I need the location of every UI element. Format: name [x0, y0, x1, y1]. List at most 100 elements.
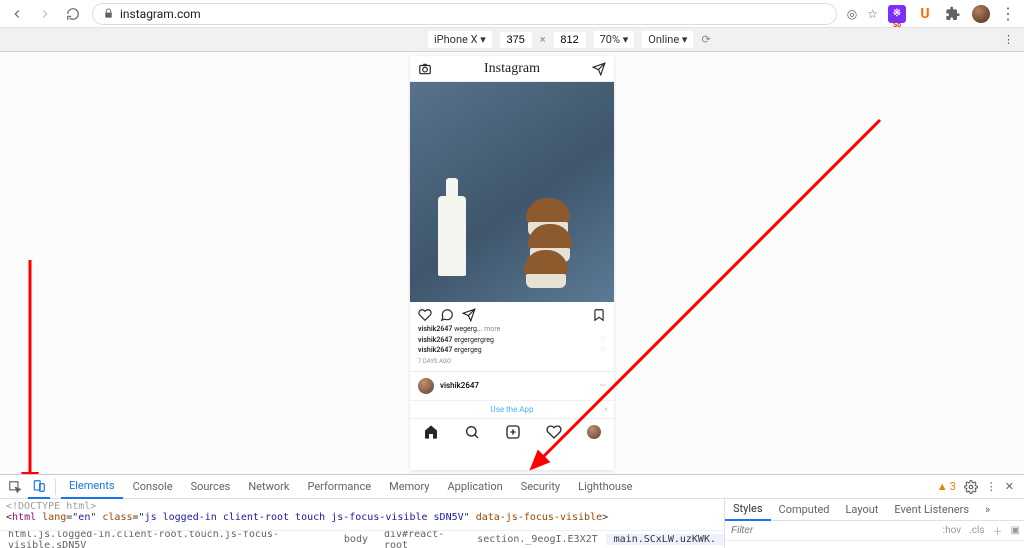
warning-badge[interactable]: ▲3 [937, 480, 956, 493]
muffins-graphic [514, 200, 584, 280]
rotate-icon[interactable]: ⟳ [701, 33, 710, 46]
doctype-line: <!DOCTYPE html> [6, 501, 718, 512]
tab-application[interactable]: Application [439, 475, 510, 499]
styles-tabs-more-icon[interactable]: » [977, 499, 998, 521]
styles-tab-layout[interactable]: Layout [838, 499, 887, 521]
like-comment-icon[interactable]: ♡ [600, 345, 606, 356]
reload-button[interactable] [64, 5, 82, 23]
network-select[interactable]: Online ▾ [642, 31, 693, 48]
cls-toggle[interactable]: .cls [965, 525, 988, 536]
instagram-nav [410, 418, 614, 446]
forward-button[interactable] [36, 5, 54, 23]
use-app-text: Use the App [491, 405, 534, 414]
post-author-row: vishik2647 ··· [410, 371, 614, 400]
home-icon[interactable] [423, 424, 439, 440]
tab-sources[interactable]: Sources [183, 475, 239, 499]
profile-avatar[interactable] [972, 5, 990, 23]
tab-network[interactable]: Network [240, 475, 297, 499]
extension-purple[interactable]: ※ [888, 5, 906, 23]
extensions-row: ◎ ☆ ※ U ⋮ [847, 4, 1016, 23]
dimension-x: × [540, 33, 546, 46]
comment-user[interactable]: vishik2647 [418, 325, 452, 333]
comment-user[interactable]: vishik2647 [418, 336, 452, 344]
create-post-icon[interactable] [505, 424, 521, 440]
comment-text: wegerg... [454, 325, 482, 333]
comment-text: ergergeg [454, 346, 482, 354]
messages-icon[interactable] [592, 62, 606, 76]
extension-u[interactable]: U [916, 5, 934, 23]
device-select[interactable]: iPhone X ▾ [428, 31, 492, 48]
feature-icon[interactable]: ◎ [847, 7, 857, 21]
styles-pane-menu-icon[interactable]: ▣ [1007, 525, 1024, 536]
comment-user[interactable]: vishik2647 [418, 346, 452, 354]
tab-security[interactable]: Security [513, 475, 568, 499]
tab-performance[interactable]: Performance [299, 475, 379, 499]
author-name[interactable]: vishik2647 [440, 381, 479, 390]
device-toolbar: iPhone X ▾ × 70% ▾ Online ▾ ⟳ ⋮ [0, 28, 1024, 52]
close-icon[interactable]: × [604, 405, 608, 414]
elements-tree[interactable]: <!DOCTYPE html> <html lang="en" class="j… [0, 499, 724, 530]
comments-block: vishik2647 wegerg... more vishik2647 erg… [410, 324, 614, 356]
browser-toolbar: instagram.com ◎ ☆ ※ U ⋮ [0, 0, 1024, 28]
instagram-logo: Instagram [484, 61, 540, 77]
instagram-header: Instagram [410, 56, 614, 82]
devtools-tabs: Elements Console Sources Network Perform… [0, 475, 1024, 499]
styles-filter-input[interactable] [725, 525, 939, 536]
bottle-graphic [438, 196, 466, 276]
devtools-panel: Elements Console Sources Network Perform… [0, 474, 1024, 548]
device-width-input[interactable] [500, 32, 532, 48]
toggle-device-icon[interactable] [28, 475, 50, 499]
hov-toggle[interactable]: :hov [939, 525, 965, 536]
lock-icon [103, 8, 114, 19]
back-button[interactable] [8, 5, 26, 23]
comment-icon[interactable] [440, 308, 454, 322]
zoom-select[interactable]: 70% ▾ [594, 31, 635, 48]
save-icon[interactable] [592, 308, 606, 322]
device-height-input[interactable] [554, 32, 586, 48]
post-actions [410, 302, 614, 324]
use-app-banner[interactable]: Use the App × [410, 400, 614, 418]
styles-tab-styles[interactable]: Styles [725, 499, 771, 521]
crumb[interactable]: body [336, 534, 376, 545]
extensions-icon[interactable] [944, 5, 962, 23]
tab-elements[interactable]: Elements [61, 475, 123, 499]
styles-tab-event-listeners[interactable]: Event Listeners [886, 499, 977, 521]
address-bar[interactable]: instagram.com [92, 3, 837, 25]
post-age: 7 DAYS AGO [410, 356, 614, 371]
activity-icon[interactable] [546, 424, 562, 440]
new-style-rule-icon[interactable]: ＋ [989, 523, 1007, 538]
comment-text: ergergergreg [454, 336, 494, 344]
styles-tab-computed[interactable]: Computed [771, 499, 838, 521]
nav-avatar[interactable] [587, 425, 601, 439]
post-options-icon[interactable]: ··· [600, 381, 606, 390]
warning-count: 3 [950, 480, 956, 493]
tab-console[interactable]: Console [125, 475, 181, 499]
inspect-element-icon[interactable] [4, 480, 26, 494]
like-comment-icon[interactable]: ♡ [600, 335, 606, 346]
crumb[interactable]: div#react-root [376, 530, 469, 548]
emulated-viewport: Instagram vishik2647 wegerg... more vish… [0, 52, 1024, 474]
crumb[interactable]: section._9eogI.E3X2T [469, 534, 605, 545]
tab-lighthouse[interactable]: Lighthouse [570, 475, 640, 499]
html-tag-line: <html lang="en" class="js logged-in clie… [6, 512, 718, 523]
crumb-selected[interactable]: main.SCxLW.uzKWK. [606, 534, 724, 545]
share-icon[interactable] [462, 308, 476, 322]
device-frame: Instagram vishik2647 wegerg... more vish… [410, 56, 614, 470]
search-icon[interactable] [464, 424, 480, 440]
post-image[interactable] [410, 82, 614, 302]
devtools-menu-icon[interactable]: ⋮ [986, 480, 997, 493]
camera-icon[interactable] [418, 62, 432, 76]
bookmark-star-icon[interactable]: ☆ [867, 7, 878, 21]
devtools-close-icon[interactable]: ✕ [1005, 480, 1014, 493]
author-avatar[interactable] [418, 378, 434, 394]
chrome-menu-icon[interactable]: ⋮ [1000, 4, 1016, 23]
crumb[interactable]: html.js.logged-in.client-root.touch.js-f… [0, 530, 336, 548]
styles-pane: Styles Computed Layout Event Listeners »… [724, 499, 1024, 548]
like-icon[interactable] [418, 308, 432, 322]
url-text: instagram.com [120, 7, 201, 21]
tab-memory[interactable]: Memory [381, 475, 437, 499]
dom-breadcrumbs[interactable]: html.js.logged-in.client-root.touch.js-f… [0, 530, 724, 548]
comment-more[interactable]: more [484, 325, 500, 333]
device-toolbar-menu-icon[interactable]: ⋮ [1003, 33, 1024, 46]
settings-icon[interactable] [964, 480, 978, 494]
